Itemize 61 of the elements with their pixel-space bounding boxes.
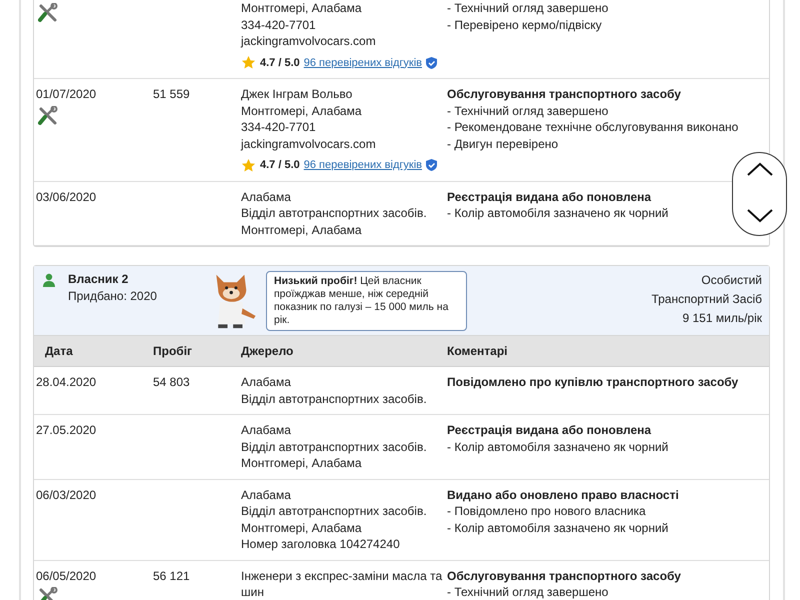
comment-text: - Технічний огляд завершено bbox=[447, 584, 608, 600]
comment-text: - Технічний огляд завершено bbox=[447, 102, 608, 119]
date-text: 06/03/2020 bbox=[36, 486, 96, 503]
source-text: Монтгомері, Алабама bbox=[241, 102, 362, 119]
comment-text: - Колір автомобіля зазначено як чорний bbox=[447, 520, 668, 536]
reviews-link[interactable]: 96 перевірених відгуків bbox=[304, 157, 422, 174]
source-text: 334-420-7701 bbox=[241, 119, 316, 136]
mileage-text: 56 121 bbox=[153, 568, 190, 584]
source-text: Відділ автотранспортних засобів. bbox=[241, 438, 427, 455]
comment-text: - Повідомлено про нового власника bbox=[447, 503, 646, 520]
comment-text: - Колір автомобіля зазначено як чорний bbox=[447, 438, 668, 455]
source-text: Номер заголовка 104274240 bbox=[241, 536, 400, 552]
person-icon bbox=[42, 273, 56, 287]
source-text: jackingramvolvocars.com bbox=[241, 136, 376, 152]
rating-score: 4.7 / 5.0 bbox=[260, 56, 300, 70]
comment-title: Реєстрація видана або поновлена bbox=[447, 188, 652, 205]
rating-score: 4.7 / 5.0 bbox=[260, 158, 300, 173]
source-text: Монтгомері, Алабама bbox=[241, 222, 362, 238]
source-text: Монтгомері, Алабама bbox=[241, 455, 362, 472]
source-text: Монтгомері, Алабама bbox=[241, 0, 362, 16]
date-text: 28.04.2020 bbox=[36, 374, 96, 390]
comment-title: Реєстрація видана або поновлена bbox=[447, 422, 652, 438]
source-text: jackingramvolvocars.com bbox=[241, 33, 376, 50]
reviews-link[interactable]: 96 перевірених відгуків bbox=[304, 54, 422, 71]
source-text: Відділ автотранспортних засобів. bbox=[241, 503, 427, 520]
comment-title: Обслуговування транспортного засобу bbox=[447, 86, 681, 102]
date-text: 01/07/2020 bbox=[36, 86, 96, 102]
source-text: Відділ автотранспортних засобів. bbox=[241, 390, 427, 407]
source-text: Алабама bbox=[241, 486, 291, 503]
comment-text: - Двигун перевірено bbox=[447, 136, 558, 152]
mileage-text: 54 803 bbox=[153, 374, 190, 390]
mileage-text: 51 559 bbox=[153, 86, 190, 102]
usage-text: 9 151 миль/рік bbox=[682, 310, 762, 327]
source-text: Алабама bbox=[241, 188, 291, 205]
chevron-down-icon bbox=[746, 208, 774, 224]
comment-title: Повідомлено про купівлю транспортного засобу bbox=[447, 374, 738, 390]
comment-text: - Рекомендоване технічне обслуговування виконано bbox=[447, 119, 738, 136]
chevron-up-icon bbox=[746, 161, 774, 177]
source-text: Алабама bbox=[241, 374, 291, 390]
comment-text: - Перевірено кермо/підвіску bbox=[447, 16, 602, 33]
comment-title: Обслуговування транспортного засобу bbox=[447, 568, 681, 584]
date-text: 27.05.2020 bbox=[36, 422, 96, 438]
source-text: Відділ автотранспортних засобів. bbox=[241, 205, 427, 222]
source-text: Інженери з експрес-заміни масла та шин bbox=[241, 568, 444, 600]
column-heading: Коментарі bbox=[447, 344, 509, 358]
source-text: Алабама bbox=[241, 422, 291, 438]
usage-text: Транспортний Засіб bbox=[651, 291, 762, 308]
date-text: 03/06/2020 bbox=[36, 188, 96, 205]
date-text: 06/05/2020 bbox=[36, 568, 96, 584]
source-text: Монтгомері, Алабама bbox=[241, 520, 362, 536]
source-text: Джек Інграм Вольво bbox=[241, 86, 352, 102]
purchase-text: Придбано: 2020 bbox=[68, 289, 157, 303]
star-icon bbox=[241, 55, 256, 70]
comment-title: Видано або оновлено право власності bbox=[447, 486, 679, 503]
low-mileage-tooltip: Низький пробіг! Цей власник проїжджав менше, ніж середній показник по галузі – 15 000 миль на рік. bbox=[266, 271, 467, 331]
comment-text: - Технічний огляд завершено bbox=[447, 0, 608, 16]
usage-text: Особистий bbox=[701, 272, 762, 289]
star-icon bbox=[241, 158, 256, 173]
owner-title: Власник 2 bbox=[68, 271, 130, 288]
comment-text: - Колір автомобіля зазначено як чорний bbox=[447, 205, 668, 222]
source-text: 334-420-7701 bbox=[241, 16, 316, 33]
